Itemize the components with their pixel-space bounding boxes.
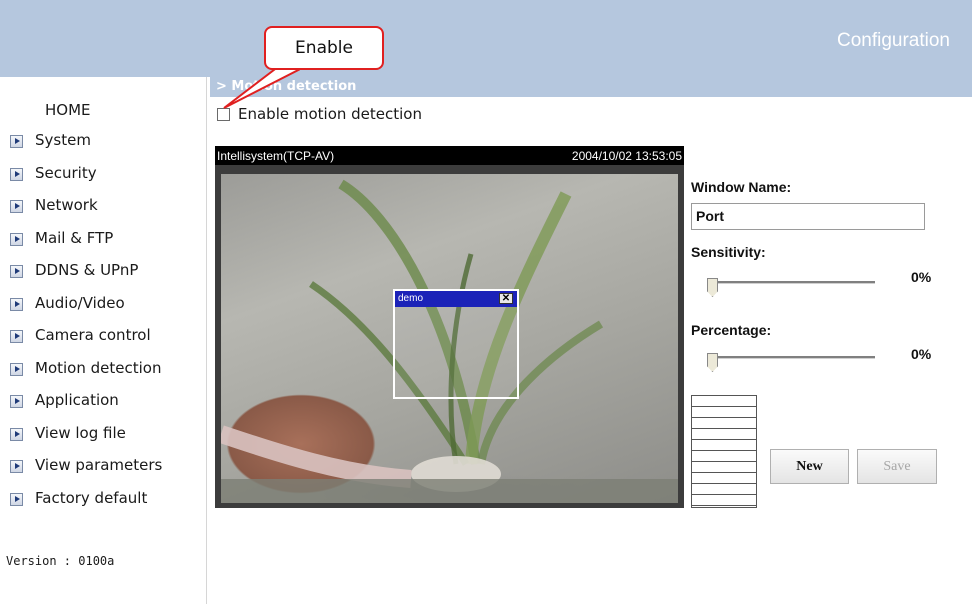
percentage-slider-handle[interactable] bbox=[707, 353, 718, 372]
sensitivity-slider-handle[interactable] bbox=[707, 278, 718, 297]
sidebar-item-camera-control[interactable]: Camera control bbox=[10, 326, 162, 359]
version-label: Version : 0100a bbox=[6, 554, 115, 568]
sidebar-item-mail-ftp[interactable]: Mail & FTP bbox=[10, 229, 162, 262]
save-button[interactable]: Save bbox=[857, 449, 937, 484]
video-timestamp: 2004/10/02 13:53:05 bbox=[571, 149, 682, 163]
sidebar-item-label: Mail & FTP bbox=[35, 228, 114, 247]
sidebar-item-label: Audio/Video bbox=[35, 293, 125, 312]
sidebar-item-label: Network bbox=[35, 196, 98, 214]
sensitivity-value: 0% bbox=[911, 269, 932, 285]
arrow-right-icon bbox=[10, 297, 23, 311]
motion-window-titlebar[interactable]: demo ✕ bbox=[395, 291, 517, 307]
sidebar-item-label: View log file bbox=[35, 423, 126, 442]
close-icon[interactable]: ✕ bbox=[499, 293, 513, 304]
arrow-right-icon bbox=[10, 232, 23, 246]
sidebar-item-factory-default[interactable]: Factory default bbox=[10, 489, 162, 522]
sidebar-item-label: View parameters bbox=[35, 456, 163, 474]
arrow-right-icon bbox=[10, 492, 23, 506]
percentage-value: 0% bbox=[911, 346, 932, 362]
camera-name: Intellisystem(TCP-AV) bbox=[217, 149, 335, 163]
arrow-right-icon bbox=[10, 395, 23, 408]
callout-pointer bbox=[223, 59, 300, 109]
sidebar-item-label: DDNS & UPnP bbox=[35, 261, 139, 279]
arrow-right-icon bbox=[10, 427, 23, 441]
arrow-right-icon bbox=[10, 362, 23, 376]
sidebar: HOME System Security Network Mail & FTP … bbox=[0, 77, 207, 604]
page-title: Configuration bbox=[836, 30, 950, 51]
arrow-right-icon bbox=[10, 167, 23, 181]
callout-annotation: Enable bbox=[264, 26, 384, 70]
new-button[interactable]: New bbox=[770, 449, 849, 484]
window-name-field[interactable]: Port bbox=[691, 203, 925, 230]
sidebar-item-motion-detection[interactable]: Motion detection bbox=[10, 359, 162, 392]
sensitivity-label: Sensitivity: bbox=[691, 244, 766, 260]
percentage-slider-track[interactable] bbox=[707, 356, 875, 359]
sidebar-item-label: Security bbox=[35, 163, 97, 182]
motion-window-demo[interactable]: demo ✕ bbox=[393, 289, 519, 399]
arrow-right-icon bbox=[10, 330, 23, 343]
sidebar-item-system[interactable]: System bbox=[10, 131, 162, 164]
section-header: > Motion detection bbox=[210, 77, 972, 97]
sidebar-menu: System Security Network Mail & FTP DDNS … bbox=[10, 131, 162, 521]
window-name-label: Window Name: bbox=[691, 179, 792, 195]
arrow-right-icon bbox=[10, 460, 23, 473]
sidebar-item-ddns-upnp[interactable]: DDNS & UPnP bbox=[10, 261, 162, 294]
sidebar-item-application[interactable]: Application bbox=[10, 391, 162, 424]
sidebar-item-label: System bbox=[35, 131, 91, 149]
sensitivity-slider-track[interactable] bbox=[707, 281, 875, 284]
motion-level-indicator bbox=[691, 395, 757, 508]
arrow-right-icon bbox=[10, 135, 23, 148]
sidebar-item-label: Camera control bbox=[35, 326, 151, 344]
sidebar-item-view-parameters[interactable]: View parameters bbox=[10, 456, 162, 489]
sidebar-item-label: Application bbox=[35, 391, 119, 409]
sidebar-item-label: Factory default bbox=[35, 488, 148, 507]
motion-window-name: demo bbox=[398, 293, 424, 304]
arrow-right-icon bbox=[10, 200, 23, 213]
sidebar-item-label: Motion detection bbox=[35, 358, 162, 377]
sidebar-item-network[interactable]: Network bbox=[10, 196, 162, 229]
percentage-label: Percentage: bbox=[691, 322, 772, 338]
sidebar-item-security[interactable]: Security bbox=[10, 164, 162, 197]
sidebar-item-audio-video[interactable]: Audio/Video bbox=[10, 294, 162, 327]
video-title-bar: Intellisystem(TCP-AV) 2004/10/02 13:53:0… bbox=[215, 146, 684, 165]
arrow-right-icon bbox=[10, 265, 23, 278]
sidebar-item-view-log-file[interactable]: View log file bbox=[10, 424, 162, 457]
